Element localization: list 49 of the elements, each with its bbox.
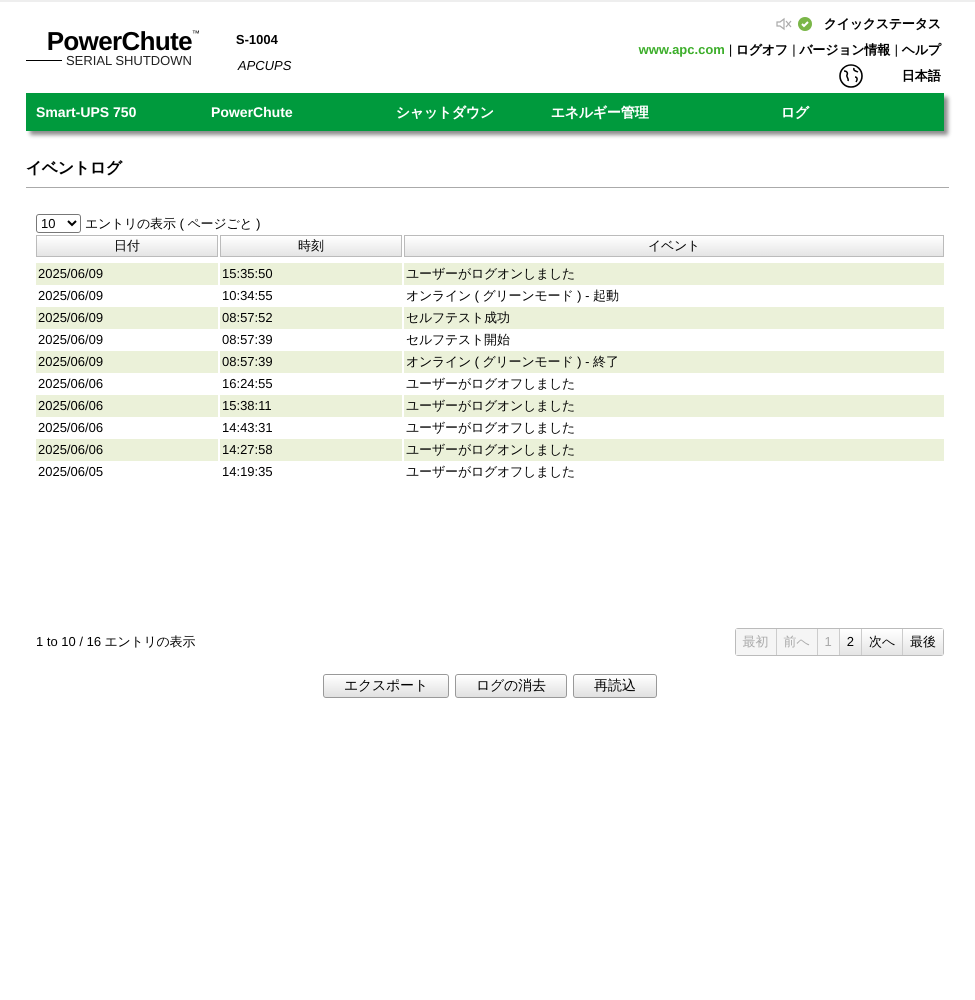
page-size-label: エントリの表示 ( ページごと ) xyxy=(85,215,260,233)
pagination-button[interactable]: 2 xyxy=(838,628,861,654)
logo-title: PowerChute xyxy=(46,28,192,54)
page-title: イベントログ xyxy=(26,159,124,179)
nav-item[interactable]: エネルギー管理 xyxy=(551,102,781,122)
device-model: S-1004 xyxy=(236,31,279,49)
nav-item[interactable]: PowerChute xyxy=(211,102,396,122)
link-separator: | xyxy=(728,40,732,59)
table-cell: ユーザーがログオンしました xyxy=(404,262,944,284)
table-cell: 2025/06/09 xyxy=(36,350,218,372)
link-separator: | xyxy=(792,40,796,59)
table-cell: 15:35:50 xyxy=(220,262,402,284)
column-header[interactable]: 日付 xyxy=(36,234,218,256)
table-cell: 2025/06/06 xyxy=(36,438,218,460)
column-header[interactable]: イベント xyxy=(404,234,944,256)
nav-item[interactable]: Smart-UPS 750 xyxy=(26,102,211,122)
action-button[interactable]: エクスポート xyxy=(323,674,449,698)
device-name: APCUPS xyxy=(238,56,292,74)
table-cell: 14:27:58 xyxy=(220,438,402,460)
page-size-select[interactable]: 10 xyxy=(36,214,81,234)
table-cell: ユーザーがログオンしました xyxy=(404,438,944,460)
table-cell: 08:57:52 xyxy=(220,306,402,328)
entries-info: 1 to 10 / 16 エントリの表示 xyxy=(36,632,196,651)
logo-rule xyxy=(26,60,62,61)
table-cell: ユーザーがログオンしました xyxy=(404,394,944,416)
pagination-button[interactable]: 最後 xyxy=(902,628,943,654)
header-link[interactable]: バージョン情報 xyxy=(800,40,891,59)
table-cell: 2025/06/09 xyxy=(36,306,218,328)
table-cell: 2025/06/06 xyxy=(36,394,218,416)
action-button[interactable]: 再読込 xyxy=(573,674,657,698)
header-link[interactable]: ヘルプ xyxy=(902,40,941,59)
table-cell: 08:57:39 xyxy=(220,350,402,372)
table-cell: 2025/06/09 xyxy=(36,262,218,284)
pagination-button[interactable]: 次へ xyxy=(861,628,902,654)
action-button[interactable]: ログの消去 xyxy=(455,674,567,698)
trademark: ™ xyxy=(192,28,200,38)
language-label[interactable]: 日本語 xyxy=(902,66,941,86)
nav-item[interactable]: ログ xyxy=(781,102,881,122)
table-cell: セルフテスト成功 xyxy=(404,306,944,328)
table-cell: 15:38:11 xyxy=(220,394,402,416)
logo-subtitle: SERIAL SHUTDOWN xyxy=(66,54,193,67)
header-link[interactable]: ログオフ xyxy=(736,40,788,59)
table-cell: オンライン ( グリーンモード ) - 終了 xyxy=(404,350,944,372)
quick-status-label[interactable]: クイックステータス xyxy=(824,14,941,34)
column-header[interactable]: 時刻 xyxy=(220,234,402,256)
globe-icon[interactable] xyxy=(838,63,864,89)
check-circle-icon xyxy=(798,16,812,31)
link-separator: | xyxy=(894,40,898,59)
nav-item[interactable]: シャットダウン xyxy=(396,102,551,122)
